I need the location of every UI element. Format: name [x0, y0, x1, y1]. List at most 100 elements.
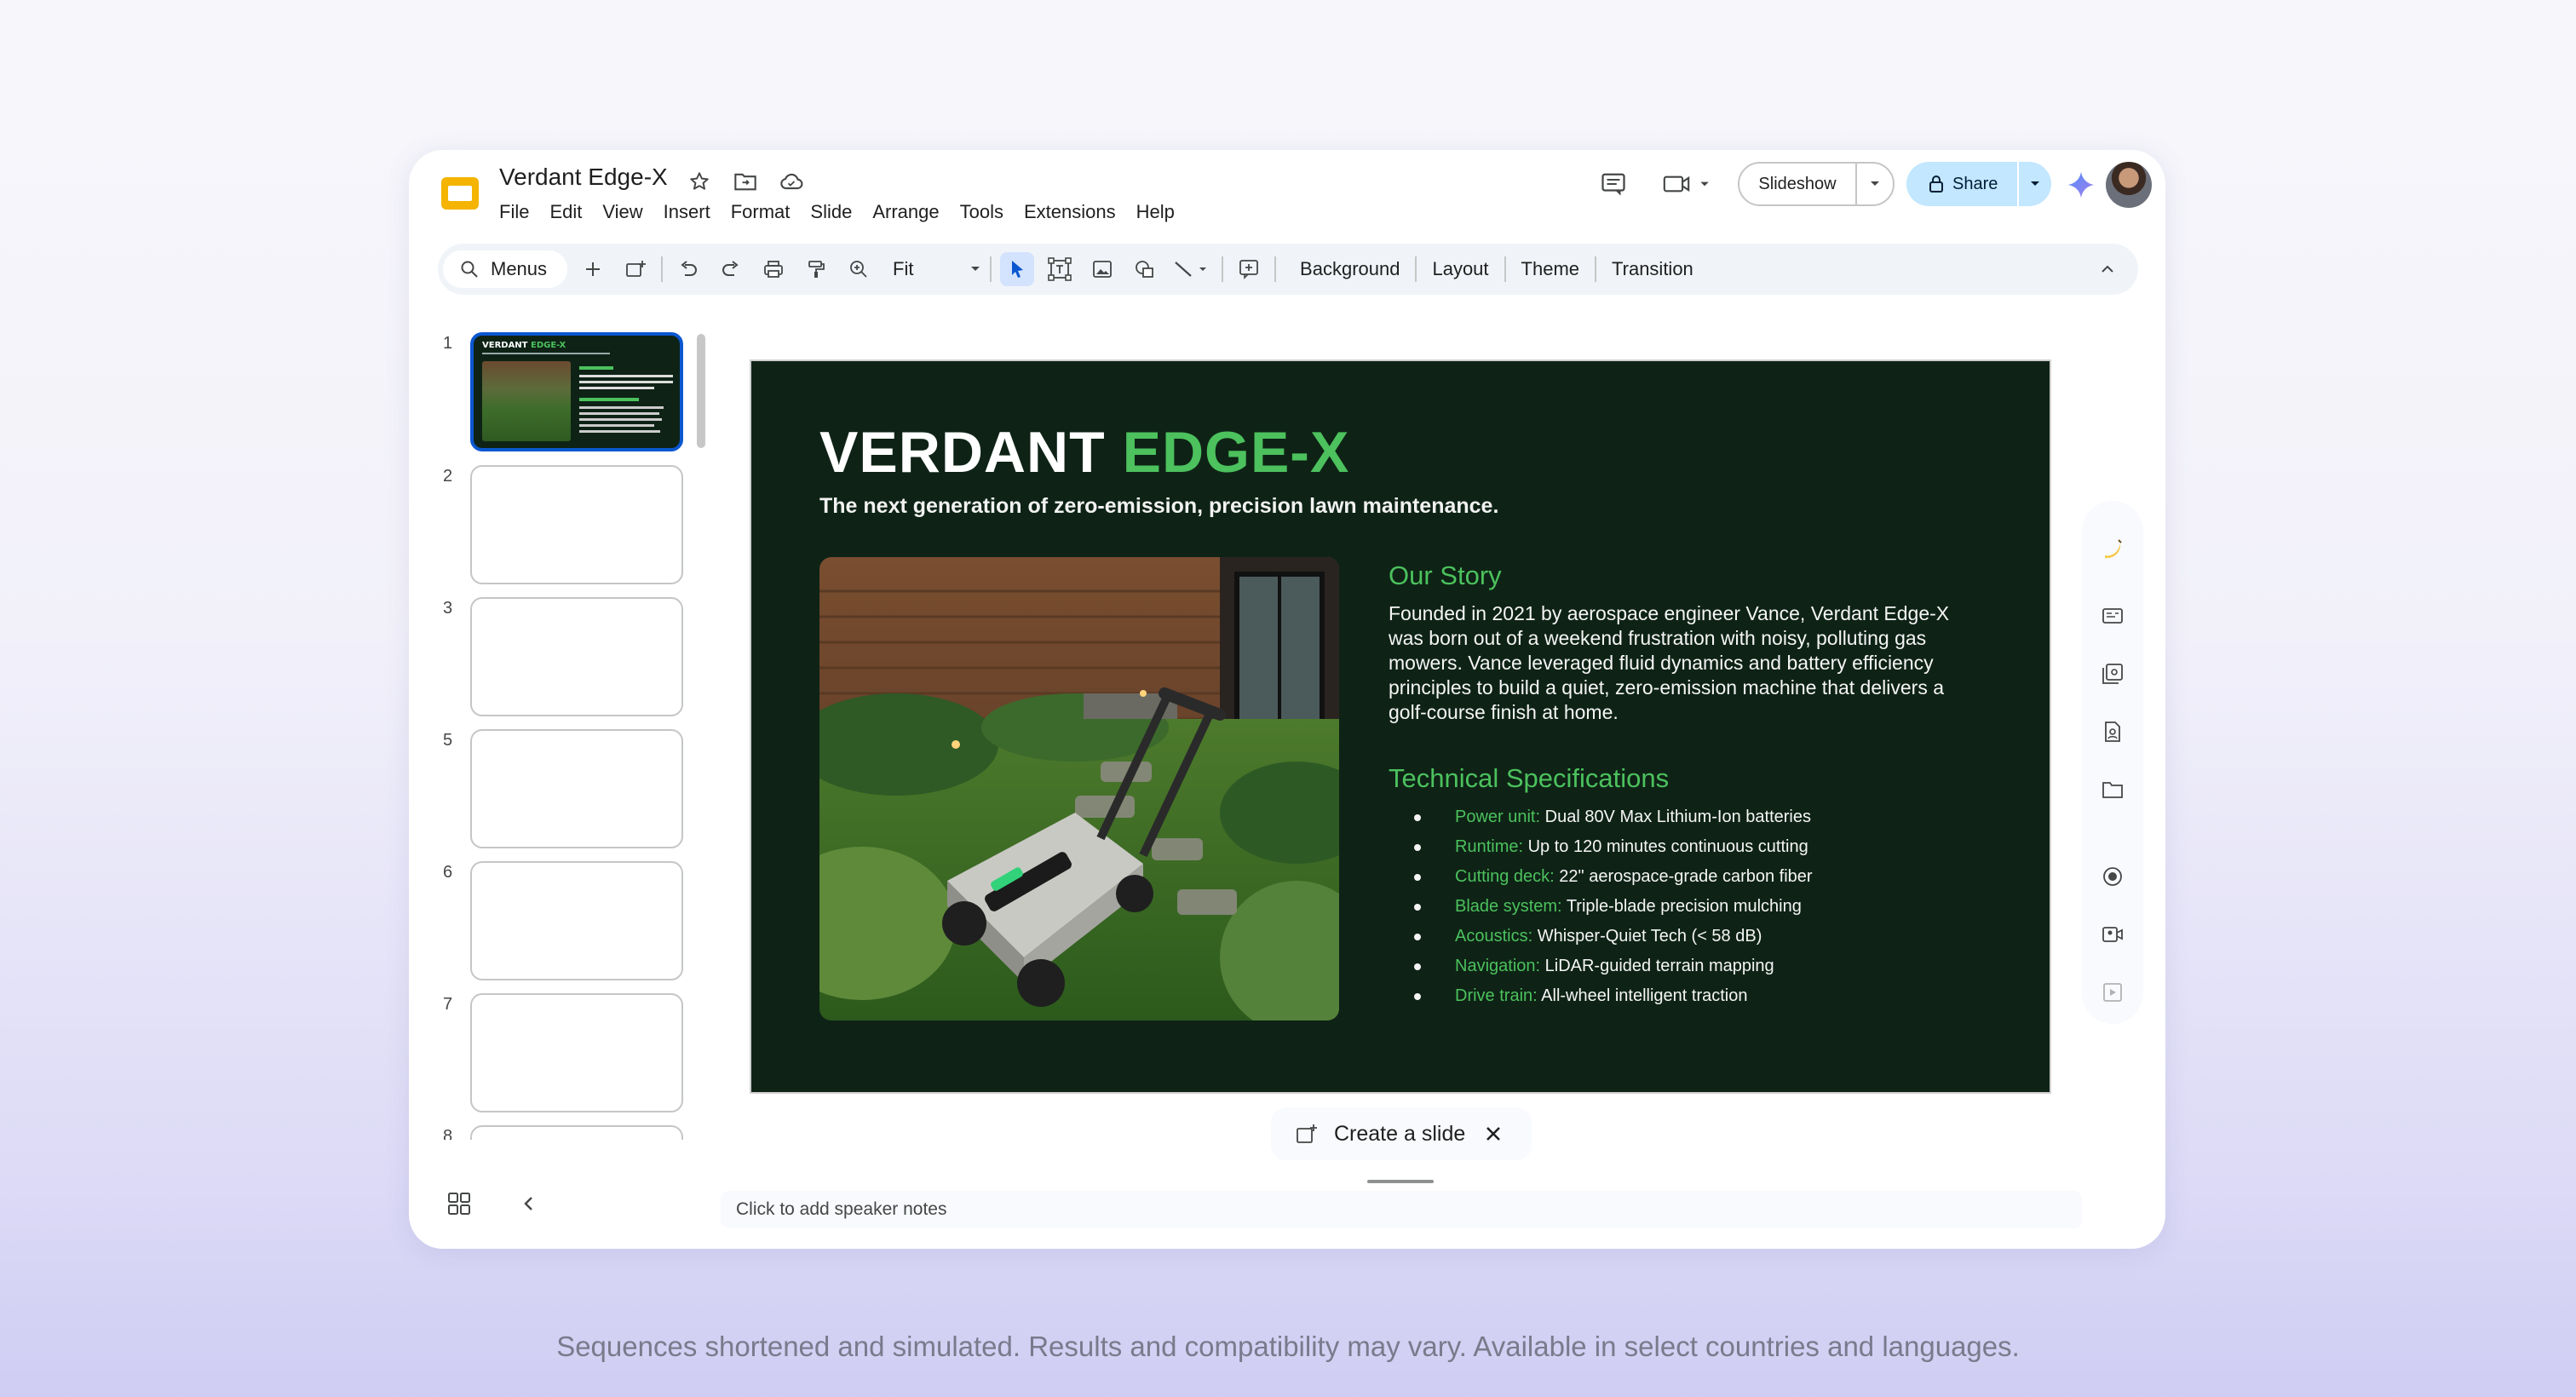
side-panel-rail [2082, 501, 2143, 1024]
slide-thumbnail[interactable]: 7 [409, 993, 716, 1112]
story-text[interactable]: Founded in 2021 by aerospace engineer Va… [1389, 601, 1985, 725]
specs-heading[interactable]: Technical Specifications [1389, 763, 1669, 794]
gemini-sparkle-icon[interactable] [2067, 170, 2096, 199]
slide-thumbnail-preview[interactable] [470, 597, 683, 716]
filmstrip: 1 VERDANT EDGE-X 2 3 5 6 7 8 [409, 331, 716, 1140]
chevron-down-icon[interactable] [2019, 180, 2051, 188]
filmstrip-scrollbar[interactable] [697, 334, 705, 448]
record-icon[interactable] [2100, 864, 2125, 889]
speaker-notes-field[interactable]: Click to add speaker notes [721, 1191, 2082, 1228]
slide-thumbnail-preview[interactable] [470, 861, 683, 980]
resize-handle[interactable] [1367, 1180, 1434, 1183]
zoom-value: Fit [893, 258, 914, 279]
document-title[interactable]: Verdant Edge-X [499, 164, 668, 191]
toolbar-divider [1222, 256, 1224, 282]
menu-view[interactable]: View [592, 199, 653, 225]
present-icon[interactable] [2100, 980, 2125, 1005]
thumb-title: VERDANT EDGE-X [482, 341, 566, 350]
slide-canvas[interactable]: VERDANT EDGE-X The next generation of ze… [750, 359, 2051, 1094]
slide-title[interactable]: VERDANT EDGE-X [819, 419, 1349, 486]
undo-icon[interactable] [671, 252, 705, 286]
star-icon[interactable] [685, 167, 714, 196]
menu-insert[interactable]: Insert [653, 199, 721, 225]
share-label: Share [1952, 175, 1998, 193]
print-icon[interactable] [756, 252, 791, 286]
menu-slide[interactable]: Slide [800, 199, 862, 225]
slides-logo-icon[interactable] [438, 170, 482, 215]
slide-thumbnail[interactable]: 8 [409, 1125, 716, 1140]
spec-item: Acoustics: Whisper-Quiet Tech (< 58 dB) [1409, 922, 1813, 951]
slide-thumbnail-preview[interactable] [470, 993, 683, 1112]
search-menus-button[interactable]: Menus [443, 250, 568, 288]
redo-icon[interactable] [714, 252, 748, 286]
slide-number: 8 [443, 1127, 453, 1140]
line-tool-icon[interactable] [1170, 252, 1213, 286]
slide-subtitle[interactable]: The next generation of zero-emission, pr… [819, 494, 1498, 519]
menu-edit[interactable]: Edit [539, 199, 592, 225]
slide-thumbnail[interactable]: 5 [409, 729, 716, 848]
slide-number: 6 [443, 863, 453, 882]
new-slide-layout-icon[interactable] [618, 252, 653, 286]
add-comment-icon[interactable] [1232, 252, 1266, 286]
comments-icon[interactable] [1595, 165, 1632, 203]
video-recording-icon[interactable] [2100, 922, 2125, 947]
media-gallery-icon[interactable] [2100, 661, 2125, 687]
meet-video-icon[interactable] [1658, 165, 1717, 203]
move-folder-icon[interactable] [731, 167, 760, 196]
folder-icon[interactable] [2100, 777, 2125, 802]
close-icon[interactable] [1484, 1124, 1503, 1143]
thumb-text-block [579, 366, 673, 433]
paint-format-icon[interactable] [799, 252, 833, 286]
spec-item: Runtime: Up to 120 minutes continuous cu… [1409, 832, 1813, 862]
toolbar-divider [1274, 256, 1277, 282]
spec-item: Power unit: Dual 80V Max Lithium-Ion bat… [1409, 802, 1813, 832]
slide-thumbnail[interactable]: 6 [409, 861, 716, 980]
create-slide-chip[interactable]: Create a slide [1271, 1107, 1532, 1160]
avatar[interactable] [2106, 162, 2152, 208]
disclaimer-text: Sequences shortened and simulated. Resul… [556, 1331, 2020, 1362]
slideshow-button[interactable]: Slideshow [1738, 162, 1895, 206]
slide-thumbnail-preview[interactable] [470, 1125, 683, 1140]
layout-button[interactable]: Layout [1417, 258, 1504, 280]
slide-number: 1 [443, 334, 453, 353]
story-heading[interactable]: Our Story [1389, 561, 1502, 591]
text-box-icon[interactable] [1043, 252, 1077, 286]
slideshow-label[interactable]: Slideshow [1739, 164, 1857, 204]
speaker-notes-icon[interactable] [2100, 603, 2125, 629]
cloud-saved-icon[interactable] [777, 167, 806, 196]
specs-list[interactable]: Power unit: Dual 80V Max Lithium-Ion bat… [1409, 802, 1813, 1011]
menu-tools[interactable]: Tools [950, 199, 1014, 225]
slide-thumbnail[interactable]: 2 [409, 465, 716, 584]
grid-view-icon[interactable] [445, 1189, 474, 1218]
shape-icon[interactable] [1128, 252, 1162, 286]
new-slide-icon[interactable] [576, 252, 610, 286]
slide-thumbnail-preview[interactable] [470, 729, 683, 848]
slide-number: 5 [443, 731, 453, 750]
zoom-icon[interactable] [842, 252, 876, 286]
menu-help[interactable]: Help [1126, 199, 1185, 225]
chevron-left-icon[interactable] [515, 1189, 543, 1218]
slide-thumbnail[interactable]: 1 VERDANT EDGE-X [409, 332, 716, 451]
chevron-down-icon[interactable] [1857, 180, 1893, 188]
select-cursor-icon[interactable] [1000, 252, 1035, 286]
share-button[interactable]: Share [1906, 162, 2051, 206]
theme-button[interactable]: Theme [1506, 258, 1595, 280]
menu-arrange[interactable]: Arrange [862, 199, 949, 225]
collapse-toolbar-icon[interactable] [2090, 252, 2125, 286]
search-icon [461, 261, 478, 278]
thumb-image [482, 361, 571, 441]
banana-gemini-icon[interactable] [2100, 537, 2125, 562]
zoom-select[interactable]: Fit [893, 258, 981, 280]
insert-file-icon[interactable] [2100, 719, 2125, 744]
menu-file[interactable]: File [499, 199, 539, 225]
transition-button[interactable]: Transition [1596, 258, 1709, 280]
lawn-mower-photo[interactable] [819, 557, 1339, 1020]
lock-icon [1929, 175, 1943, 193]
menu-format[interactable]: Format [721, 199, 801, 225]
slide-thumbnail-preview[interactable]: VERDANT EDGE-X [470, 332, 683, 451]
background-button[interactable]: Background [1285, 258, 1415, 280]
menu-extensions[interactable]: Extensions [1014, 199, 1126, 225]
slide-thumbnail-preview[interactable] [470, 465, 683, 584]
insert-image-icon[interactable] [1085, 252, 1119, 286]
slide-thumbnail[interactable]: 3 [409, 597, 716, 716]
